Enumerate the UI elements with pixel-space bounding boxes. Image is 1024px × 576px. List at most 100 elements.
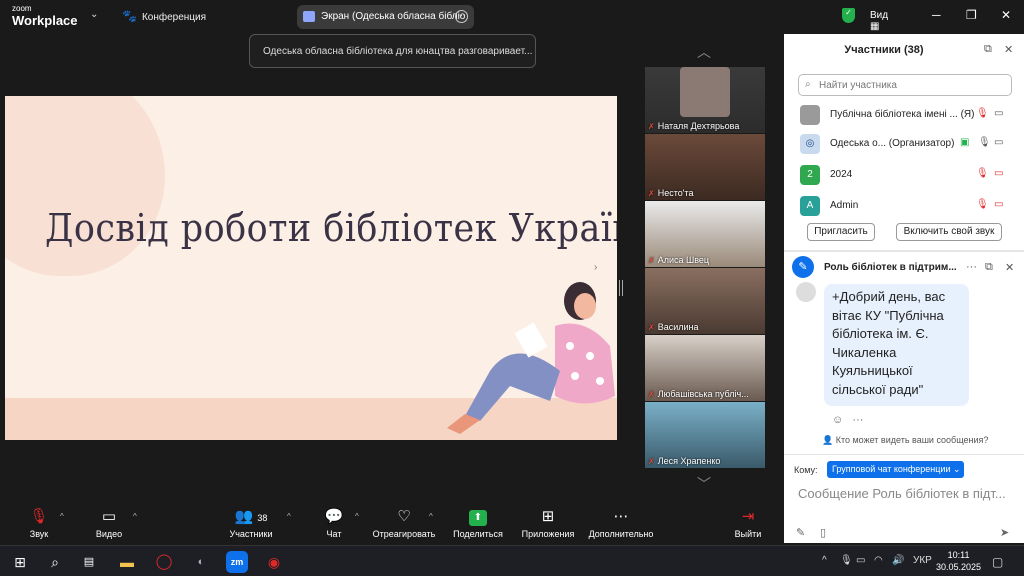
participant-tile[interactable]: ✗ Наталя Дехтярьова xyxy=(645,67,765,133)
participant-name: Несто'та xyxy=(657,188,694,198)
chevron-up-icon[interactable]: ^ xyxy=(355,512,359,521)
close-icon[interactable]: ✕ xyxy=(1005,261,1014,274)
paw-icon: 🐾 xyxy=(122,9,137,23)
react-button[interactable]: ♡ Отреагировать xyxy=(372,507,436,539)
opera-icon[interactable]: ◯ xyxy=(153,551,175,573)
volume-icon[interactable]: 🔊 xyxy=(892,555,904,566)
share-button[interactable]: ⬆ Поделиться xyxy=(452,507,504,539)
apps-label: Приложения xyxy=(521,529,575,539)
wifi-icon[interactable]: ◠ xyxy=(874,555,883,566)
logo-workplace-text: Workplace xyxy=(12,13,78,28)
video-icon[interactable]: ▭ xyxy=(994,108,1003,119)
participants-button[interactable]: 👥 38 Участники xyxy=(229,507,273,539)
task-view-icon[interactable]: ▤ xyxy=(78,551,100,573)
chat-title[interactable]: Роль бібліотек в підтрим... xyxy=(824,262,957,273)
clock[interactable]: 10:11 30.05.2025 xyxy=(936,549,981,573)
participant-tile[interactable]: ✗ Любашівська публіч... xyxy=(645,335,765,401)
chat-button[interactable]: 💬 Чат xyxy=(322,507,346,539)
battery-icon[interactable]: ▭ xyxy=(856,555,865,566)
notifications-icon[interactable]: ▢ xyxy=(992,555,1003,569)
video-off-icon[interactable]: ▭ xyxy=(994,199,1003,210)
participant-search-input[interactable]: ⌕ Найти участника xyxy=(798,74,1012,96)
mic-icon[interactable]: 🎙 xyxy=(840,555,853,566)
close-icon[interactable]: ✕ xyxy=(1001,8,1011,22)
recipient-dropdown[interactable]: Групповой чат конференции ⌄ xyxy=(827,461,964,478)
video-off-icon[interactable]: ▭ xyxy=(994,168,1003,179)
unmute-button[interactable]: Включить свой звук xyxy=(896,223,1002,241)
search-icon[interactable]: ⌕ xyxy=(44,551,66,573)
scroll-down-icon[interactable]: ﹀ xyxy=(697,474,711,494)
language-indicator[interactable]: УКР xyxy=(913,555,932,566)
screen-share-pill[interactable]: Экран (Одеська обласна бібліо ··· xyxy=(297,5,474,29)
invite-button[interactable]: Пригласить xyxy=(807,223,875,241)
zoom-app-icon[interactable]: zm xyxy=(226,551,248,573)
title-bar: zoom Workplace ⌄ 🐾 Конференция Экран (Оде… xyxy=(0,0,1011,34)
participant-row[interactable]: A Admin 🎙 ▭ xyxy=(800,194,1010,218)
mic-muted-icon[interactable]: 🎙 xyxy=(976,199,989,210)
more-icon[interactable]: ··· xyxy=(455,10,468,23)
participant-name: Алиса Швец xyxy=(657,255,710,265)
minimize-icon[interactable]: ─ xyxy=(932,8,941,22)
chevron-up-icon[interactable]: ^ xyxy=(133,512,137,521)
participant-tag: (Я) xyxy=(960,109,975,120)
participant-row[interactable]: ◎ Одеська о... (Организатор) ▣ 🎙 ▭ xyxy=(800,132,1010,156)
participant-tile[interactable]: ✗ Леся Храпенко xyxy=(645,402,765,468)
video-icon[interactable]: ▭ xyxy=(994,137,1003,148)
file-explorer-icon[interactable]: ▬ xyxy=(116,551,138,573)
participant-tile[interactable]: ✗ Несто'та xyxy=(645,134,765,200)
mic-muted-icon: ✗ xyxy=(648,256,655,265)
participant-row[interactable]: 2 2024 🎙 ▭ xyxy=(800,163,1010,187)
record-icon[interactable]: ◉ xyxy=(263,551,285,573)
chevron-up-icon[interactable]: ^ xyxy=(287,512,291,521)
speaker-notification: Одеська обласна бібліотека для юнацтва р… xyxy=(249,34,536,68)
more-icon[interactable]: ··· xyxy=(966,261,977,273)
more-button[interactable]: ⋯ Дополнительно xyxy=(586,507,656,539)
chat-icon: ✎ xyxy=(792,256,814,278)
apps-button[interactable]: ⊞ Приложения xyxy=(518,507,578,539)
shared-slide: Досвід роботи бібліотек України xyxy=(5,96,617,440)
maximize-icon[interactable]: ❐ xyxy=(966,8,977,22)
close-icon[interactable]: ✕ xyxy=(1004,43,1013,56)
chevron-right-icon[interactable]: › xyxy=(594,262,597,273)
participant-tile[interactable]: ✗ Алиса Швец xyxy=(645,201,765,267)
leave-button[interactable]: ⇥ Выйти xyxy=(733,507,763,539)
mic-muted-icon: ✗ xyxy=(648,323,655,332)
chevron-up-icon[interactable]: ^ xyxy=(822,555,827,566)
scroll-up-icon[interactable]: ︿ xyxy=(697,42,711,62)
search-icon: ⌕ xyxy=(805,79,811,90)
windows-taskbar: ⊞ ⌕ ▤ ▬ ◯ ◐ zm ◉ ^ 🎙 ▭ ◠ 🔊 УКР 10:11 30.… xyxy=(0,545,1024,576)
zoom-logo[interactable]: zoom Workplace xyxy=(12,5,78,29)
leave-label: Выйти xyxy=(734,529,762,539)
chevron-up-icon[interactable]: ^ xyxy=(60,512,64,521)
popout-icon[interactable]: ⧉ xyxy=(985,261,993,274)
participants-label: Участники xyxy=(229,529,273,539)
popout-icon[interactable]: ⧉ xyxy=(984,43,992,56)
visibility-link[interactable]: 👤 Кто может видеть ваши сообщения? xyxy=(822,435,988,446)
avatar: 2 xyxy=(800,165,820,185)
participants-count: 38 xyxy=(257,513,268,523)
mic-muted-icon[interactable]: 🎙 xyxy=(976,108,989,119)
participant-row[interactable]: Публічна бібліотека імені ... (Я) 🎙 ▭ xyxy=(800,103,1010,127)
resize-handle[interactable] xyxy=(619,280,623,296)
participant-tile[interactable]: ✗ Василина xyxy=(645,268,765,334)
audio-button[interactable]: 🎙 Звук xyxy=(26,507,52,539)
view-button[interactable]: Вид ▦ xyxy=(870,10,888,32)
heart-icon: ♡ xyxy=(397,508,411,525)
meeting-info-button[interactable]: 🐾 Конференция xyxy=(122,9,206,23)
participant-name: Леся Храпенко xyxy=(657,456,721,466)
chat-message-input[interactable]: Сообщение Роль бібліотек в підт... xyxy=(798,486,1013,501)
audio-label: Звук xyxy=(29,529,49,539)
mic-icon[interactable]: 🎙 xyxy=(978,137,991,148)
add-reaction-icon[interactable]: ☺ ··· xyxy=(832,414,863,426)
windows-start-icon[interactable]: ⊞ xyxy=(9,551,31,573)
mic-muted-icon[interactable]: 🎙 xyxy=(976,168,989,179)
send-icon[interactable]: ➤ xyxy=(1000,526,1009,539)
chevron-down-icon[interactable]: ⌄ xyxy=(90,9,98,20)
video-button[interactable]: ▭ Видео xyxy=(94,507,124,539)
file-icon[interactable]: ▯ xyxy=(820,526,826,539)
shield-icon[interactable]: ✓ xyxy=(842,8,855,23)
format-icon[interactable]: ✎ xyxy=(796,526,805,539)
chevron-up-icon[interactable]: ^ xyxy=(429,512,433,521)
meeting-label: Конференция xyxy=(141,12,207,23)
app-icon[interactable]: ◐ xyxy=(190,551,212,573)
